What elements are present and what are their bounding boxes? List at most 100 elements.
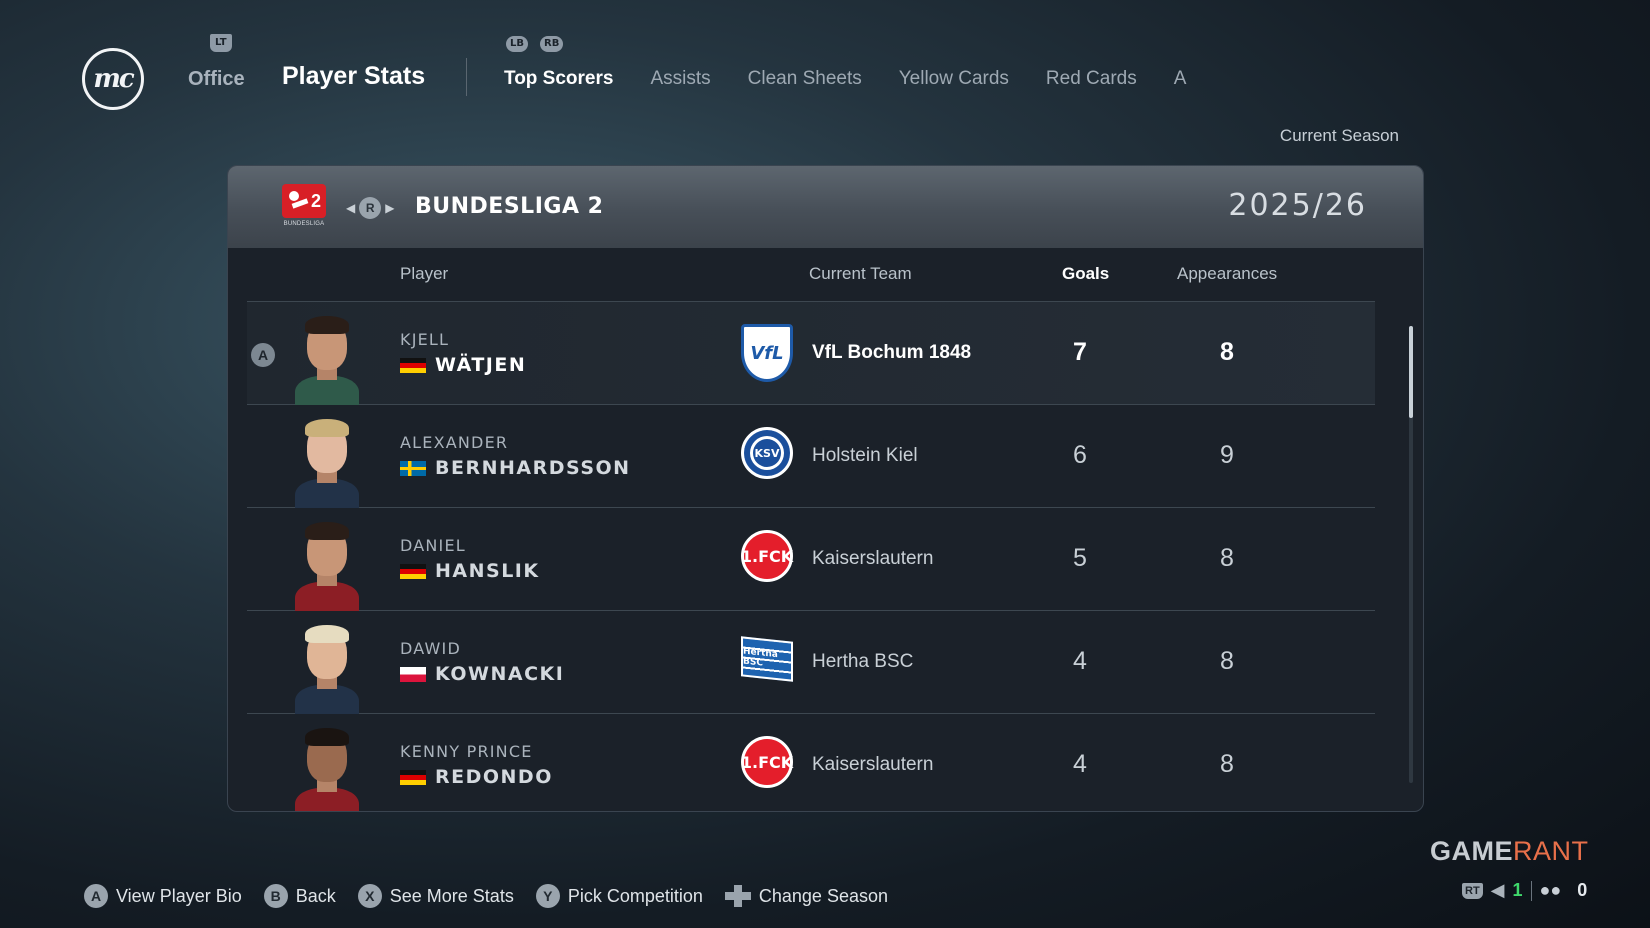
hint-label: View Player Bio — [116, 885, 242, 906]
tab-yellow-cards[interactable]: Yellow Cards — [899, 68, 1009, 90]
hint-pick-competition[interactable]: Y Pick Competition — [535, 884, 703, 908]
player-last-name: REDONDO — [435, 766, 553, 788]
bochum-crest-icon: VfL — [741, 324, 793, 382]
scrollbar-thumb[interactable] — [1409, 326, 1413, 418]
sweden-flag-icon — [400, 460, 426, 476]
hint-label: Change Season — [758, 885, 888, 906]
rb-button-icon: RB — [540, 36, 564, 52]
goals-value: 6 — [1073, 441, 1087, 469]
hint-label: See More Stats — [389, 885, 514, 906]
kaiserslautern-crest-icon: 1.FCK — [741, 530, 793, 582]
league-badge-caption: BUNDESLIGA — [283, 221, 325, 227]
league-name: BUNDESLIGA 2 — [415, 194, 604, 219]
player-last-name: HANSLIK — [435, 560, 540, 582]
lb-button-icon: LB — [506, 36, 528, 52]
season-year: 2025/26 — [1228, 188, 1367, 223]
hint-change-season[interactable]: Change Season — [724, 885, 888, 907]
hint-back[interactable]: B Back — [263, 884, 336, 908]
b-button-icon: B — [263, 884, 288, 908]
goals-value: 4 — [1073, 647, 1087, 675]
nav-office[interactable]: Office — [188, 68, 245, 91]
status-divider — [1530, 880, 1532, 901]
a-button-icon: A — [84, 884, 108, 908]
goals-value: 5 — [1073, 544, 1087, 572]
table-row[interactable]: ALEXANDER BERNHARDSSON KSV Holstein Kiel… — [247, 405, 1375, 508]
tab-clean-sheets[interactable]: Clean Sheets — [748, 68, 862, 90]
tab-more[interactable]: A — [1174, 68, 1187, 90]
watermark-rant: RANT — [1513, 836, 1589, 866]
kaiserslautern-crest-icon: 1.FCK — [741, 736, 793, 788]
table-row[interactable]: DANIEL HANSLIK 1.FCK Kaiserslautern 5 8 — [247, 508, 1375, 611]
party-count: 0 — [1577, 880, 1588, 900]
current-season-label: Current Season — [1279, 126, 1399, 145]
tab-top-scorers[interactable]: Top Scorers — [504, 68, 613, 90]
germany-flag-icon — [400, 769, 426, 785]
table-row[interactable]: KENNY PRINCE REDONDO 1.FCK Kaiserslauter… — [247, 714, 1375, 811]
appearances-value: 8 — [1220, 750, 1234, 778]
hint-label: Back — [295, 885, 336, 906]
page-title: Player Stats — [282, 62, 426, 90]
appearances-value: 8 — [1220, 647, 1234, 675]
germany-flag-icon — [400, 357, 426, 373]
player-first-name: KENNY PRINCE — [400, 742, 533, 761]
player-first-name: KJELL — [400, 330, 450, 349]
player-portrait — [295, 419, 359, 508]
rt-button-icon: RT — [1462, 882, 1483, 899]
hint-see-more-stats[interactable]: X See More Stats — [357, 884, 514, 908]
appearances-value: 9 — [1220, 441, 1234, 469]
button-hints: A View Player Bio B Back X See More Stat… — [84, 884, 910, 908]
mc-logo: mc — [82, 48, 144, 110]
lt-button-icon: LT — [210, 34, 232, 52]
scrollbar[interactable] — [1409, 326, 1413, 783]
bundesliga-2-logo: 2 BUNDESLIGA — [282, 184, 326, 230]
a-button-icon: A — [251, 343, 275, 367]
player-last-name: BERNHARDSSON — [435, 457, 631, 479]
player-first-name: ALEXANDER — [400, 433, 509, 452]
chevron-left-icon[interactable]: ◀ — [346, 201, 355, 215]
status-indicators: RT ◀ 1 ●● 0 — [1462, 880, 1587, 901]
table-row[interactable]: DAWID KOWNACKI Hertha BSC Hertha BSC 4 8 — [247, 611, 1375, 714]
col-appearances[interactable]: Appearances — [1177, 264, 1277, 284]
col-current-team[interactable]: Current Team — [809, 264, 912, 284]
team-name: Hertha BSC — [812, 651, 914, 672]
league-badge-number: 2 — [310, 190, 321, 211]
table-row[interactable]: A KJELL WÄTJEN VfL VfL Bochum 1848 7 8 — [247, 302, 1375, 405]
people-icon: ●● — [1539, 880, 1562, 900]
appearances-value: 8 — [1220, 544, 1234, 572]
tab-red-cards[interactable]: Red Cards — [1046, 68, 1137, 90]
appearances-value: 8 — [1220, 338, 1234, 366]
speaker-icon: ◀ — [1490, 880, 1505, 900]
chevron-right-icon[interactable]: ▶ — [385, 201, 394, 215]
col-player: Player — [400, 264, 449, 283]
team-name: VfL Bochum 1848 — [812, 342, 972, 363]
league-badge-mark: 2 — [282, 184, 326, 218]
dpad-icon — [724, 885, 751, 907]
watermark-game: GAME — [1430, 836, 1513, 866]
hint-view-player-bio[interactable]: A View Player Bio — [84, 884, 242, 908]
col-goals[interactable]: Goals — [1062, 264, 1109, 284]
player-portrait — [295, 316, 359, 405]
player-table: A KJELL WÄTJEN VfL VfL Bochum 1848 7 8 A… — [247, 302, 1375, 811]
hertha-bsc-crest-icon: Hertha BSC — [741, 636, 793, 682]
poland-flag-icon — [400, 666, 426, 682]
panel-header: 2 BUNDESLIGA ◀ R ▶ BUNDESLIGA 2 2025/26 — [228, 166, 1423, 248]
logo-text: mc — [93, 64, 134, 94]
player-first-name: DAWID — [400, 639, 461, 658]
x-button-icon: X — [357, 884, 382, 908]
player-portrait — [295, 625, 359, 714]
voice-count: 1 — [1512, 880, 1523, 900]
nav-divider — [466, 58, 467, 96]
competition-selector[interactable]: ◀ R ▶ — [346, 197, 394, 219]
team-name: Kaiserslautern — [812, 548, 934, 569]
tab-assists[interactable]: Assists — [650, 68, 710, 90]
player-first-name: DANIEL — [400, 536, 466, 555]
player-portrait — [295, 522, 359, 611]
player-portrait — [295, 728, 359, 811]
goals-value: 4 — [1073, 750, 1087, 778]
player-last-name: WÄTJEN — [435, 354, 527, 376]
hint-label: Pick Competition — [567, 885, 703, 906]
player-last-name: KOWNACKI — [435, 663, 565, 685]
table-header: Player Current Team Goals Appearances — [247, 264, 1375, 302]
holstein-kiel-crest-icon: KSV — [741, 427, 793, 479]
team-name: Kaiserslautern — [812, 754, 934, 775]
